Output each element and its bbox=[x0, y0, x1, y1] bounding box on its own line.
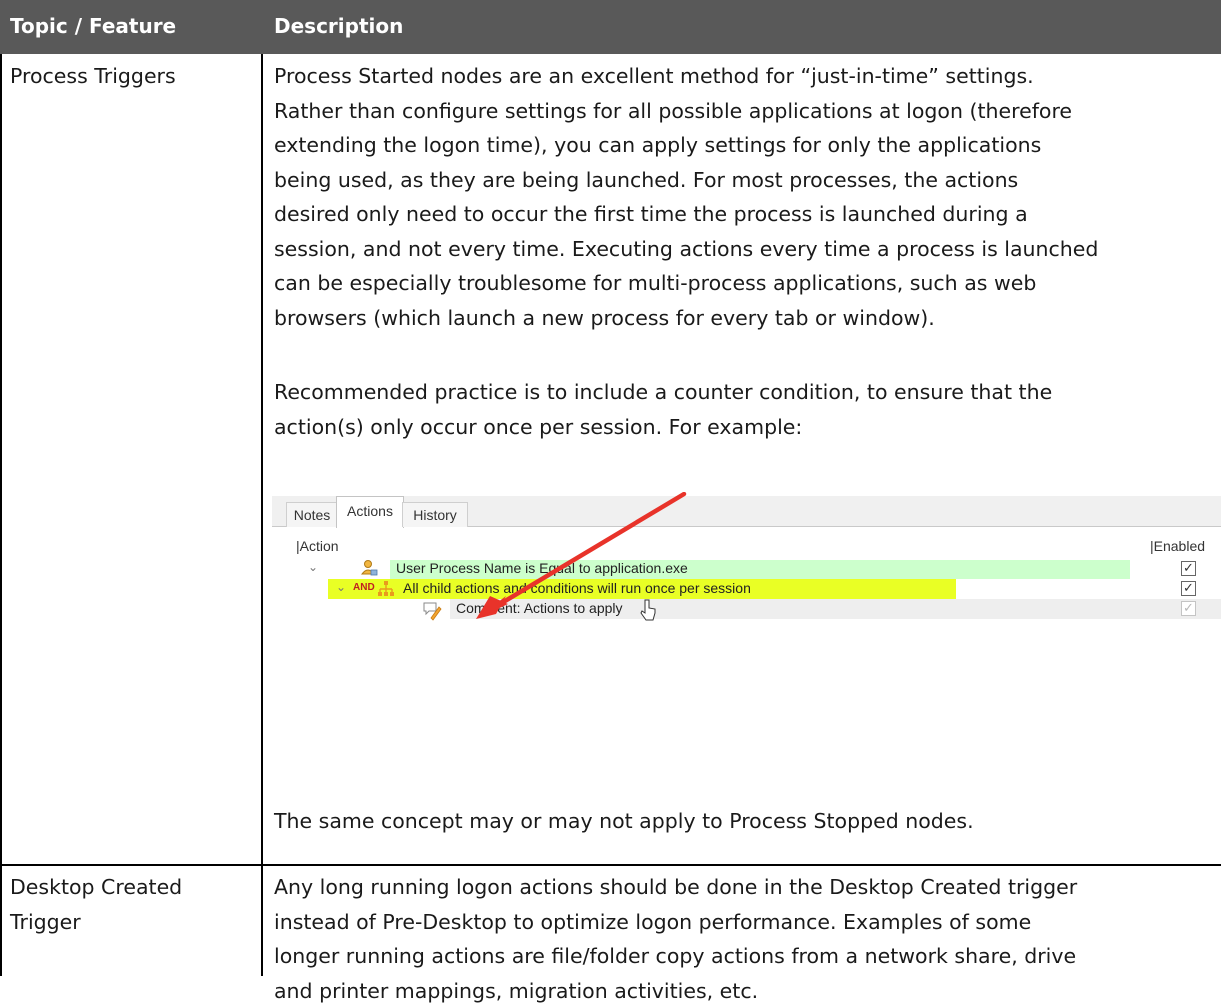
text-line: session, and not every time. Executing a… bbox=[274, 232, 1214, 267]
enabled-checkbox[interactable]: ✓ bbox=[1181, 581, 1196, 596]
tab-history[interactable]: History bbox=[402, 502, 468, 527]
desktop-created-description: Any long running logon actions should be… bbox=[274, 870, 1214, 1008]
text-line: Recommended practice is to include a cou… bbox=[274, 375, 1214, 410]
process-triggers-paragraph-1: Process Started nodes are an excellent m… bbox=[274, 59, 1214, 335]
grid-column-header: |Action |Enabled bbox=[272, 535, 1221, 557]
text-line: Trigger bbox=[10, 905, 250, 940]
text-line: Any long running logon actions should be… bbox=[274, 870, 1214, 905]
chevron-down-icon[interactable]: ⌄ bbox=[308, 560, 318, 574]
enabled-checkbox[interactable]: ✓ bbox=[1181, 561, 1196, 576]
text-line: longer running actions are file/folder c… bbox=[274, 939, 1214, 974]
and-operator-label: AND bbox=[353, 582, 375, 593]
header-description: Description bbox=[274, 14, 403, 38]
text-line: being used, as they are being launched. … bbox=[274, 163, 1214, 198]
header-topic-feature: Topic / Feature bbox=[10, 14, 176, 38]
column-enabled[interactable]: |Enabled bbox=[1150, 538, 1205, 554]
column-action[interactable]: |Action bbox=[296, 538, 339, 554]
text-line: Process Started nodes are an excellent m… bbox=[274, 59, 1214, 94]
tab-notes[interactable]: Notes bbox=[286, 502, 338, 527]
text-line: Rather than configure settings for all p… bbox=[274, 94, 1214, 129]
text-line: extending the logon time), you can apply… bbox=[274, 128, 1214, 163]
user-process-icon bbox=[360, 559, 378, 577]
hierarchy-icon bbox=[377, 580, 395, 598]
text-line: can be especially troublesome for multi-… bbox=[274, 266, 1214, 301]
topic-process-triggers: Process Triggers bbox=[10, 59, 250, 94]
action-row-comment[interactable]: Comment: Actions to apply ✓ bbox=[272, 599, 1221, 619]
chevron-down-icon[interactable]: ⌄ bbox=[336, 580, 346, 594]
embedded-actions-screenshot: Notes Actions History |Action |Enabled ⌄… bbox=[272, 484, 1221, 718]
table-row-divider bbox=[0, 864, 1221, 866]
text-line: instead of Pre-Desktop to optimize logon… bbox=[274, 905, 1214, 940]
text-line: desired only need to occur the first tim… bbox=[274, 197, 1214, 232]
comment-icon bbox=[422, 600, 444, 622]
red-arrow-icon bbox=[468, 492, 703, 624]
enabled-checkbox-dimmed[interactable]: ✓ bbox=[1181, 601, 1196, 616]
text-line: action(s) only occur once per session. F… bbox=[274, 410, 1214, 445]
text-line: browsers (which launch a new process for… bbox=[274, 301, 1214, 336]
table-header-row: Topic / Feature Description bbox=[0, 0, 1221, 54]
text-line: and printer mappings, migration activiti… bbox=[274, 974, 1214, 1008]
action-row-once-per-session[interactable]: ⌄ AND All child actions and conditions w… bbox=[272, 579, 1221, 599]
feature-table: Topic / Feature Description Process Trig… bbox=[0, 0, 1221, 976]
tab-actions[interactable]: Actions bbox=[336, 496, 404, 528]
text-line: Desktop Created bbox=[10, 870, 250, 905]
table-column-divider bbox=[261, 54, 263, 976]
process-triggers-paragraph-2: Recommended practice is to include a cou… bbox=[274, 375, 1214, 444]
action-row-process-name[interactable]: ⌄ User Process Name is Equal to applicat… bbox=[272, 559, 1221, 579]
process-triggers-paragraph-3: The same concept may or may not apply to… bbox=[274, 804, 1214, 839]
table-border-left bbox=[0, 54, 2, 976]
topic-desktop-created-trigger: Desktop Created Trigger bbox=[10, 870, 250, 939]
